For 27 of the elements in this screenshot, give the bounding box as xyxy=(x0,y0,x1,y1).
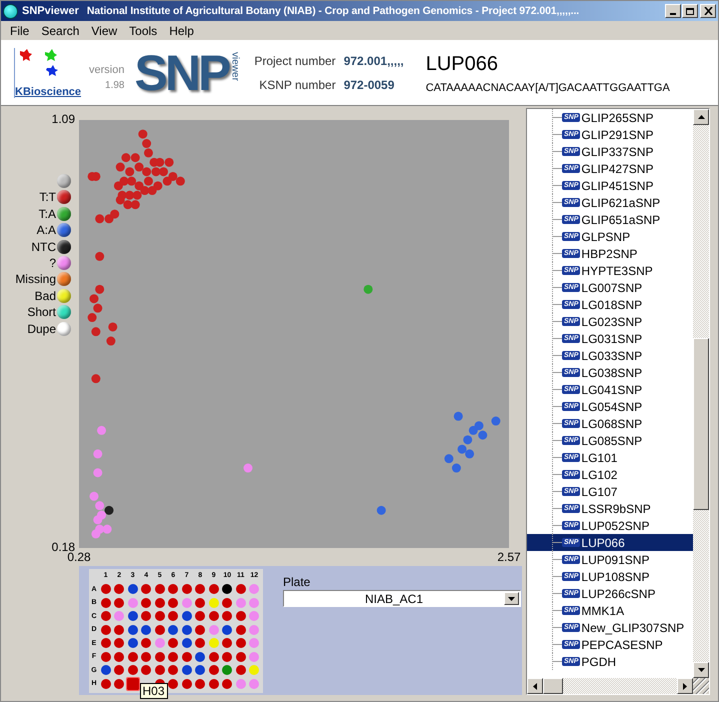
snp-sequence: CATAAAAACNACAAY[A/T]GACAATTGGAATTGA xyxy=(426,82,670,94)
tooltip: H03 xyxy=(140,682,168,699)
legend-label: Bad xyxy=(34,288,56,303)
logo-text: SNP xyxy=(134,48,228,98)
version-number: 1.98 xyxy=(105,80,124,90)
company-name: KBioscience xyxy=(15,86,82,98)
field-label: KSNP number xyxy=(258,78,336,92)
plate-label: Plate xyxy=(283,575,312,589)
version-label: version xyxy=(89,64,124,76)
legend-label: Short xyxy=(27,305,56,320)
x-tick-label: 2.57 xyxy=(497,550,521,564)
field-label: Project number xyxy=(254,54,336,68)
legend-label: ? xyxy=(49,256,56,270)
legend-label: NTC xyxy=(31,240,56,254)
legend-label: T:A xyxy=(38,206,56,221)
legend-label: Missing xyxy=(15,272,56,286)
field-value: 972-0059 xyxy=(344,78,396,92)
window-title: National Institute of Agricultural Botany (NIAB) - Crop and Pathogen Genomics - Project 972.001,,,,,... xyxy=(86,5,580,17)
logo-subtext: viewer xyxy=(228,52,240,80)
app-name: SNPviewer xyxy=(22,5,79,17)
snp-name: LUP066 xyxy=(426,52,500,76)
legend-label: T:T xyxy=(39,190,56,204)
x-tick-label: 0.28 xyxy=(67,550,91,564)
y-tick-label: 1.09 xyxy=(52,112,75,126)
legend-label: Dupe xyxy=(27,322,56,336)
field-value: 972.001,,,,, xyxy=(344,54,404,68)
legend-label: A:A xyxy=(36,223,56,238)
